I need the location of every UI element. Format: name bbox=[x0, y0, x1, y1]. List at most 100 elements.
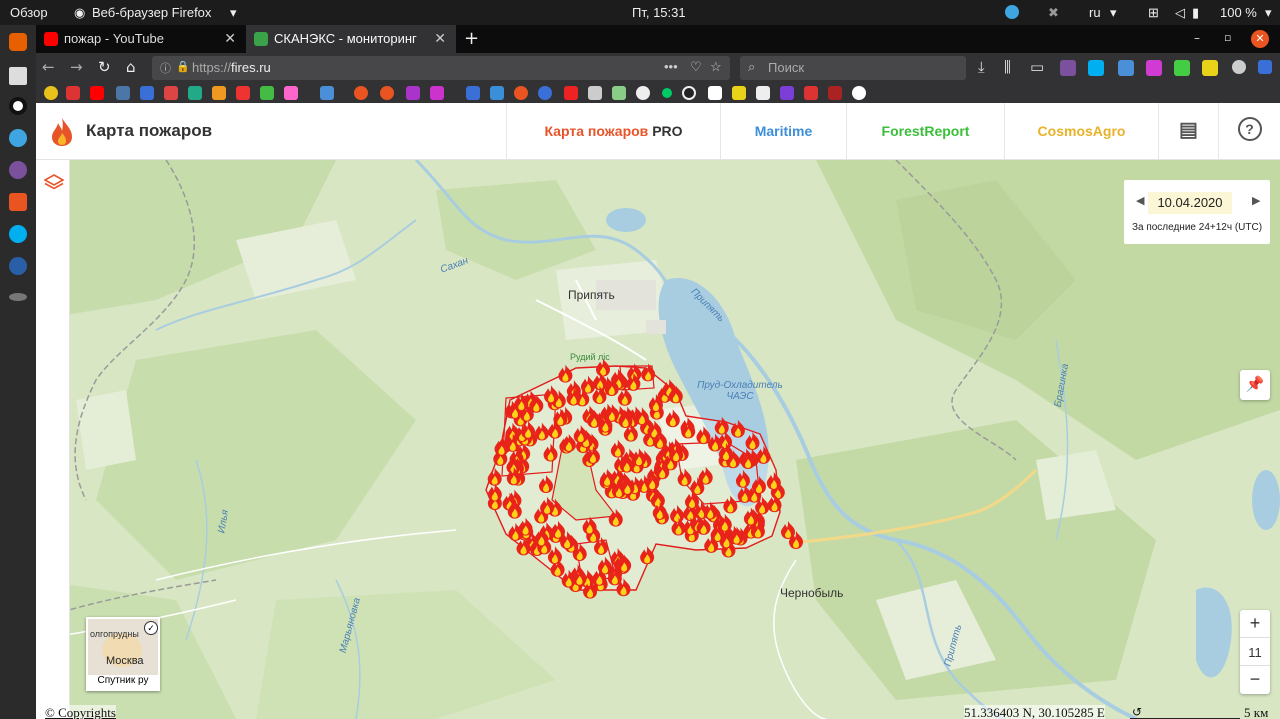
bookmark-icon[interactable] bbox=[490, 86, 504, 100]
close-window-button[interactable]: ✕ bbox=[1251, 30, 1269, 48]
app-menu[interactable]: Веб-браузер Firefox bbox=[92, 5, 211, 20]
minimize-button[interactable]: – bbox=[1194, 31, 1200, 45]
prev-date-icon[interactable]: ◀ bbox=[1136, 194, 1144, 207]
fire-marker-icon[interactable] bbox=[582, 516, 597, 535]
info-icon[interactable]: ⓘ bbox=[160, 60, 171, 76]
fire-marker-icon[interactable] bbox=[514, 393, 529, 412]
bookmark-icon[interactable] bbox=[662, 88, 672, 98]
bookmark-icon[interactable] bbox=[66, 86, 80, 100]
extension-icon[interactable] bbox=[1202, 60, 1218, 76]
layers-icon[interactable] bbox=[44, 174, 64, 192]
firefox-icon[interactable] bbox=[9, 33, 27, 51]
tab-scanex[interactable]: СКАНЭКС - мониторинг ✕ bbox=[246, 25, 456, 53]
account-icon[interactable] bbox=[1232, 60, 1246, 74]
zoom-out-button[interactable]: − bbox=[1240, 666, 1270, 694]
bookmark-icon[interactable] bbox=[732, 86, 746, 100]
url-bar[interactable]: ⓘ 🔒 https://fires.ru ••• ♡ ☆ bbox=[152, 56, 730, 80]
download-helper-icon[interactable] bbox=[1174, 60, 1190, 76]
search-bar[interactable]: ⌕ Поиск bbox=[740, 56, 966, 80]
bookmark-icon[interactable] bbox=[514, 86, 528, 100]
next-date-icon[interactable]: ▶ bbox=[1252, 194, 1260, 207]
settings-icon[interactable] bbox=[9, 293, 27, 301]
fire-marker-icon[interactable] bbox=[617, 387, 632, 406]
vscode-icon[interactable] bbox=[9, 257, 27, 275]
volume-icon[interactable]: ◁ bbox=[1175, 5, 1185, 21]
back-button[interactable]: ← bbox=[42, 58, 55, 76]
google-bookmark-icon[interactable] bbox=[852, 86, 866, 100]
fire-marker-icon[interactable] bbox=[735, 469, 750, 488]
bookmark-icon[interactable] bbox=[406, 86, 420, 100]
fire-marker-icon[interactable] bbox=[610, 439, 625, 458]
bookmark-icon[interactable] bbox=[430, 86, 444, 100]
fire-marker-icon[interactable] bbox=[730, 419, 745, 438]
bookmark-icon[interactable] bbox=[260, 86, 274, 100]
lock-icon[interactable]: 🔒 bbox=[176, 60, 190, 73]
fire-marker-icon[interactable] bbox=[540, 496, 555, 515]
close-icon[interactable]: ✕ bbox=[434, 30, 446, 47]
hp-bookmark-icon[interactable] bbox=[538, 86, 552, 100]
fire-marker-icon[interactable] bbox=[665, 409, 680, 428]
library-icon[interactable]: ⫼ bbox=[1004, 58, 1011, 76]
fire-marker-icon[interactable] bbox=[723, 495, 738, 514]
fire-marker-icon[interactable] bbox=[766, 471, 781, 490]
bookmark-icon[interactable] bbox=[828, 86, 842, 100]
fire-marker-icon[interactable] bbox=[608, 508, 623, 527]
bookmark-icon[interactable] bbox=[636, 86, 650, 100]
tools-tray-icon[interactable]: ✖ bbox=[1048, 5, 1059, 21]
fire-marker-icon[interactable] bbox=[714, 416, 729, 435]
fire-marker-icon[interactable] bbox=[487, 467, 502, 486]
fire-marker-icon[interactable] bbox=[751, 475, 766, 494]
close-icon[interactable]: ✕ bbox=[224, 30, 236, 47]
forward-button[interactable]: → bbox=[70, 58, 83, 76]
media-icon[interactable] bbox=[9, 97, 27, 115]
new-tab-button[interactable]: + bbox=[464, 28, 479, 49]
bookmark-icon[interactable] bbox=[756, 86, 770, 100]
home-button[interactable]: ⌂ bbox=[126, 58, 136, 76]
youtube-bookmark-icon[interactable] bbox=[90, 86, 104, 100]
bookmark-icon[interactable] bbox=[284, 86, 298, 100]
bookmark-icon[interactable] bbox=[682, 86, 696, 100]
bookmark-icon[interactable] bbox=[708, 86, 722, 100]
reload-button[interactable]: ↻ bbox=[98, 58, 111, 76]
fire-marker-icon[interactable] bbox=[561, 433, 576, 452]
nav-cosmosagro[interactable]: CosmosAgro bbox=[1004, 103, 1158, 160]
translate-icon[interactable] bbox=[1258, 60, 1272, 74]
fire-marker-icon[interactable] bbox=[573, 424, 588, 443]
help-button[interactable]: ? bbox=[1218, 103, 1280, 160]
network-icon[interactable]: ⊞ bbox=[1148, 5, 1159, 21]
fire-marker-icon[interactable] bbox=[641, 363, 656, 382]
bookmark-icon[interactable] bbox=[804, 86, 818, 100]
twitch-bookmark-icon[interactable] bbox=[780, 86, 794, 100]
fire-marker-icon[interactable] bbox=[640, 546, 655, 565]
keyboard-layout[interactable]: ru bbox=[1089, 5, 1101, 20]
fire-marker-icon[interactable] bbox=[580, 375, 595, 394]
activities-button[interactable]: Обзор bbox=[10, 5, 48, 20]
extension-icon[interactable] bbox=[1118, 60, 1134, 76]
bookmark-icon[interactable] bbox=[612, 86, 626, 100]
pocket-icon[interactable]: ♡ bbox=[690, 59, 702, 75]
fire-marker-icon[interactable] bbox=[543, 443, 558, 462]
bookmark-icon[interactable] bbox=[466, 86, 480, 100]
fire-marker-icon[interactable] bbox=[696, 426, 711, 445]
fire-marker-icon[interactable] bbox=[534, 422, 549, 441]
skype-extension-icon[interactable] bbox=[1088, 60, 1104, 76]
vk-bookmark-icon[interactable] bbox=[116, 86, 130, 100]
bookmark-icon[interactable] bbox=[236, 86, 250, 100]
bookmark-icon[interactable] bbox=[140, 86, 154, 100]
bookmark-icon[interactable] bbox=[588, 86, 602, 100]
bookmark-icon[interactable] bbox=[44, 86, 58, 100]
sidebar-icon[interactable]: ▭ bbox=[1030, 58, 1044, 76]
fire-marker-icon[interactable] bbox=[558, 364, 573, 383]
zoom-in-button[interactable]: + bbox=[1240, 610, 1270, 638]
skype-icon[interactable] bbox=[9, 225, 27, 243]
fire-marker-icon[interactable] bbox=[737, 484, 752, 503]
bookmark-icon[interactable] bbox=[320, 86, 334, 100]
software-icon[interactable] bbox=[9, 193, 27, 211]
copyrights-link[interactable]: © Copyrights bbox=[45, 705, 116, 719]
viber-icon[interactable] bbox=[9, 161, 27, 179]
fire-marker-icon[interactable] bbox=[670, 504, 685, 523]
bookmark-icon[interactable] bbox=[212, 86, 226, 100]
maximize-button[interactable]: ▫ bbox=[1224, 31, 1231, 44]
fire-marker-icon[interactable] bbox=[745, 431, 760, 450]
battery-icon[interactable]: ▮ bbox=[1192, 5, 1199, 21]
